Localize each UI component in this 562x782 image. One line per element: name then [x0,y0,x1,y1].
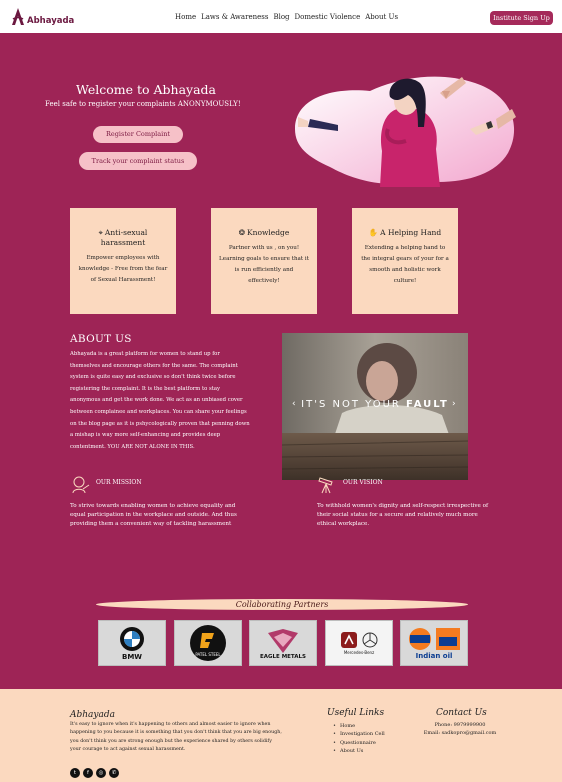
footer-link-home[interactable]: Home [333,722,385,730]
servo-emblem-icon [436,627,460,650]
mission-text: To strive towards enabling women to achi… [70,503,237,527]
track-complaint-button[interactable]: Track your complaint status [79,152,197,170]
about-text: Abhayada is a great platform for women t… [70,351,250,450]
contact-phone: Phone: 9979999900 [434,722,486,728]
card-title: ⌖ Anti-sexual harassment [98,228,148,247]
hero-illustration [295,76,516,187]
carousel-next-icon[interactable]: › [452,399,456,409]
map-pin-icon: ⌖ [98,228,103,237]
carousel-caption: IT'S NOT YOUR FAULT [301,399,449,410]
contact-heading: Contact Us [436,708,487,718]
patel-steel-logo-icon: PATEL STEEL [190,625,226,661]
footer-link-about-us[interactable]: About Us [333,747,385,755]
footer-link-investigation-cell[interactable]: Investigation Cell [333,730,385,738]
main-content: Welcome to Abhayada Feel safe to registe… [0,33,562,689]
nav-links: Home Laws & Awareness Blog Domestic Viol… [175,13,398,21]
navbar: Abhayada Home Laws & Awareness Blog Dome… [0,0,562,33]
card-title: ✋ A Helping Hand [368,228,442,237]
about-heading: ABOUT US [70,333,132,345]
contact-info: Phone: 9979999900 Email: sadkopro@gmail.… [420,721,500,738]
nav-laws-awareness[interactable]: Laws & Awareness [201,13,268,21]
twitter-icon[interactable]: t [70,768,80,778]
feature-card-knowledge: ❂ Knowledge Partner with us , on you! Lea… [211,208,317,314]
bmw-roundel-icon [120,626,144,651]
facebook-icon[interactable]: f [83,768,93,778]
footer-brand: Abhayada [70,710,115,720]
vision-telescope-icon [318,477,333,494]
card-text: Extending a helping hand to the integral… [361,245,449,284]
useful-links-heading: Useful Links [327,708,385,718]
social-links: t f ◎ ✆ [70,768,119,778]
nav-domestic-violence[interactable]: Domestic Violence [295,13,361,21]
ferrari-like-badge-icon [341,632,357,648]
instagram-icon[interactable]: ◎ [96,768,106,778]
partner-logo-indian-oil: Indian oil [400,620,468,666]
nav-blog[interactable]: Blog [273,13,289,21]
partner-logo-patel-steel: PATEL STEEL [174,620,242,666]
hero-subtitle: Feel safe to register your complaints AN… [45,100,241,108]
svg-text:PATEL STEEL: PATEL STEEL [195,652,221,657]
indian-oil-emblems [407,627,461,651]
feature-card-anti-harassment: ⌖ Anti-sexual harassment Empower employee… [70,208,176,314]
register-complaint-button[interactable]: Register Complaint [93,126,183,143]
footer: Abhayada It's easy to ignore when it's h… [0,689,562,782]
partner-logo-mercedes: Mercedes-Benz [325,620,393,666]
mission-title: OUR MISSION [96,479,142,486]
vision-text: To withhold women's dignity and self-res… [317,503,489,527]
footer-description: It's easy to ignore when it's happening … [70,722,282,753]
partners-title: Collaborating Partners [235,600,329,609]
eagle-emblem-icon [268,628,298,653]
mercedes-logos [340,631,378,649]
carousel-prev-icon[interactable]: ‹ [292,399,296,409]
brain-icon: ❂ [238,228,246,237]
mission-icon [72,476,90,494]
nav-home[interactable]: Home [175,13,196,21]
card-text: Partner with us , on you! Learning goals… [219,245,309,284]
site-logo[interactable]: Abhayada [10,7,74,27]
contact-email[interactable]: Email: sadkopro@gmail.com [420,729,500,737]
partner-logo-eagle-metals: EAGLE METALS [249,620,317,666]
feature-card-helping-hand: ✋ A Helping Hand Extending a helping hand… [352,208,458,314]
useful-links-list: Home Investigation Cell Questionnaire Ab… [333,722,385,756]
nav-about-us[interactable]: About Us [365,13,398,21]
mercedes-star-icon [362,632,378,648]
institute-signup-button[interactable]: Institute Sign Up [490,11,553,25]
partner-logo-bmw: BMW [98,620,166,666]
hero-title: Welcome to Abhayada [76,82,216,97]
card-title: ❂ Knowledge [238,228,290,237]
footer-link-questionnaire[interactable]: Questionnaire [333,739,385,747]
vision-title: OUR VISION [343,479,383,486]
indian-oil-emblem-icon [409,627,431,650]
handshake-icon: ✋ [368,228,379,237]
card-text: Empower employees with knowledge - Free … [78,255,168,283]
logo-text: Abhayada [27,16,75,26]
whatsapp-icon[interactable]: ✆ [109,768,119,778]
logo-icon [12,8,24,25]
